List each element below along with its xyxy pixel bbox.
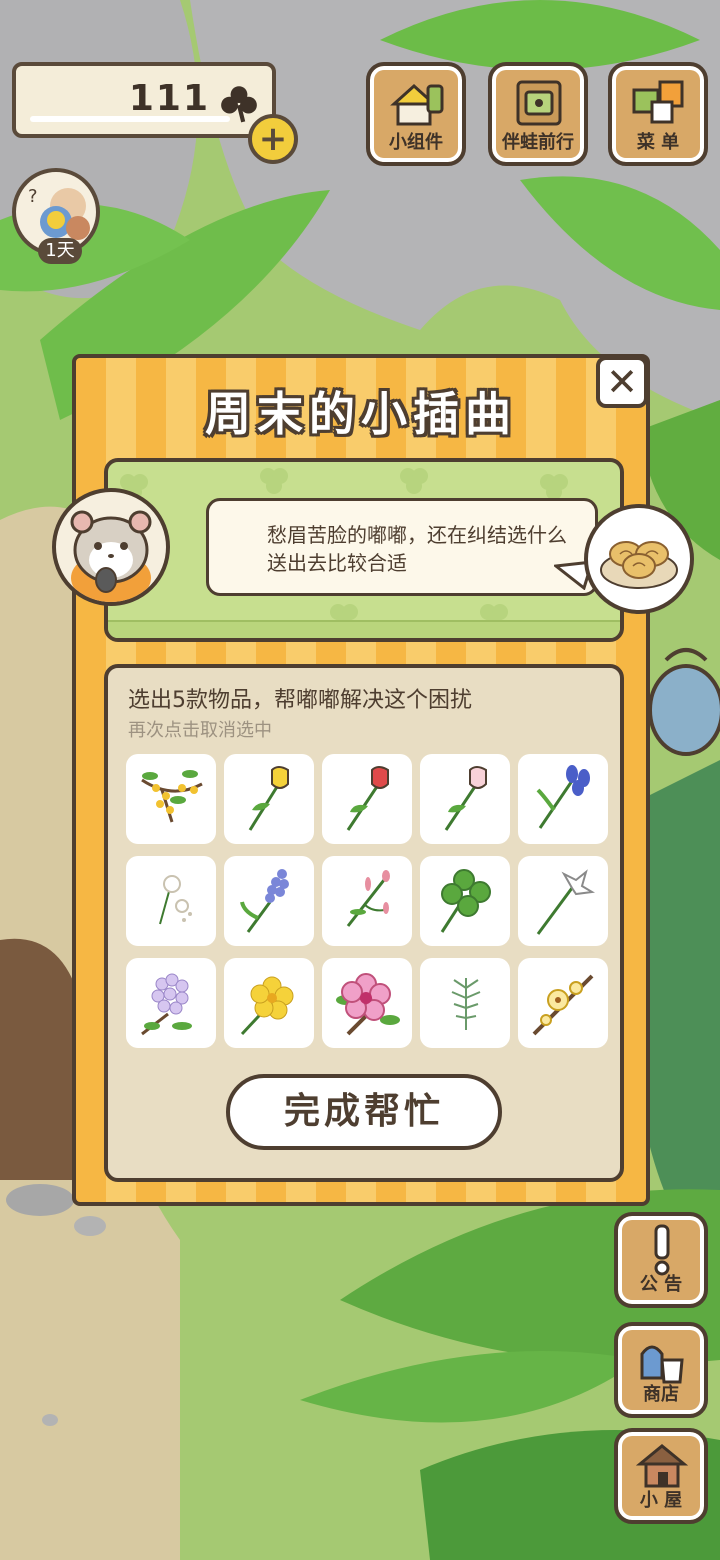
widget-label: 小组件 (389, 132, 443, 153)
item-yellow-tulip[interactable] (224, 754, 314, 844)
event-dialog: 周末的小插曲 愁眉苦脸的嘟嘟，还在纠结选什么送出去比较合适 选出5款物品，帮嘟嘟… (72, 354, 650, 1206)
card-strip (108, 620, 620, 638)
clover-counter: 111 (12, 62, 276, 138)
house-button[interactable]: 小 屋 (614, 1428, 708, 1524)
item-osmanthus[interactable] (126, 754, 216, 844)
item-iris[interactable] (518, 754, 608, 844)
selection-hint: 再次点击取消选中 (128, 720, 272, 741)
item-four-leaf-clover[interactable] (420, 856, 510, 946)
story-text: 愁眉苦脸的嘟嘟，还在纠结选什么送出去比较合适 (267, 523, 567, 575)
notice-button[interactable]: 公 告 (614, 1212, 708, 1308)
widget-icon (390, 83, 444, 126)
item-wintersweet[interactable] (518, 958, 608, 1048)
selection-instruction: 选出5款物品，帮嘟嘟解决这个困扰 (128, 688, 472, 713)
item-selection-panel: 选出5款物品，帮嘟嘟解决这个困扰 再次点击取消选中 完成帮忙 (104, 664, 624, 1182)
item-hibiscus[interactable] (322, 958, 412, 1048)
dandelion-icon (159, 875, 192, 925)
item-lilac[interactable] (126, 958, 216, 1048)
four-leaf-clover-icon (440, 869, 491, 933)
clover-count: 111 (128, 78, 210, 119)
item-pink-sprig[interactable] (322, 856, 412, 946)
item-dandelion[interactable] (126, 856, 216, 946)
close-icon: ✕ (606, 360, 638, 404)
pink-sprig-icon (346, 870, 390, 927)
buttercup-icon (240, 976, 294, 1036)
menu-icon (632, 80, 684, 124)
pink-tulip-icon (444, 766, 487, 831)
complete-help-button[interactable]: 完成帮忙 (226, 1074, 502, 1150)
add-clover-button[interactable]: + (248, 114, 298, 164)
item-red-tulip[interactable] (322, 754, 412, 844)
plus-icon: + (258, 119, 288, 159)
day-badge: 1天 (38, 238, 82, 264)
lilac-icon (141, 973, 192, 1036)
map-book-icon (516, 80, 562, 126)
osmanthus-icon (141, 770, 203, 823)
item-buttercup[interactable] (224, 958, 314, 1048)
close-button[interactable]: ✕ (596, 356, 648, 408)
lily-icon (536, 869, 595, 935)
svg-text:?: ? (28, 186, 38, 207)
hamster-portrait (52, 488, 170, 606)
dialog-title: 周末的小插曲 (205, 387, 517, 441)
hibiscus-icon (336, 973, 400, 1036)
widget-button[interactable]: 小组件 (366, 62, 466, 166)
item-lily[interactable] (518, 856, 608, 946)
item-grid (126, 754, 608, 1048)
gift-wish-bubble (584, 504, 694, 614)
hyacinth-icon (240, 869, 289, 933)
wintersweet-icon (532, 974, 594, 1036)
shop-button[interactable]: 商店 (614, 1322, 708, 1418)
shop-bag-icon (640, 1345, 684, 1384)
menu-label: 菜 单 (636, 132, 680, 153)
yellow-tulip-icon (248, 766, 289, 831)
menu-button[interactable]: 菜 单 (608, 62, 708, 166)
clover-bar (30, 116, 230, 122)
house-icon (636, 1444, 688, 1488)
journey-button[interactable]: 伴蛙前行 (488, 62, 588, 166)
notice-label: 公 告 (639, 1274, 683, 1295)
cookie-icon (600, 541, 678, 589)
red-tulip-icon (346, 766, 389, 831)
journey-label: 伴蛙前行 (502, 132, 574, 153)
story-card: 愁眉苦脸的嘟嘟，还在纠结选什么送出去比较合适 (104, 458, 624, 642)
exclamation-icon (654, 1224, 670, 1276)
house-label: 小 屋 (639, 1490, 683, 1511)
item-hyacinth[interactable] (224, 856, 314, 946)
shop-label: 商店 (643, 1384, 679, 1405)
item-pink-tulip[interactable] (420, 754, 510, 844)
item-herb-sprig[interactable] (420, 958, 510, 1048)
speech-bubble: 愁眉苦脸的嘟嘟，还在纠结选什么送出去比较合适 (206, 498, 598, 596)
iris-icon (536, 765, 590, 829)
herb-sprig-icon (451, 978, 481, 1030)
